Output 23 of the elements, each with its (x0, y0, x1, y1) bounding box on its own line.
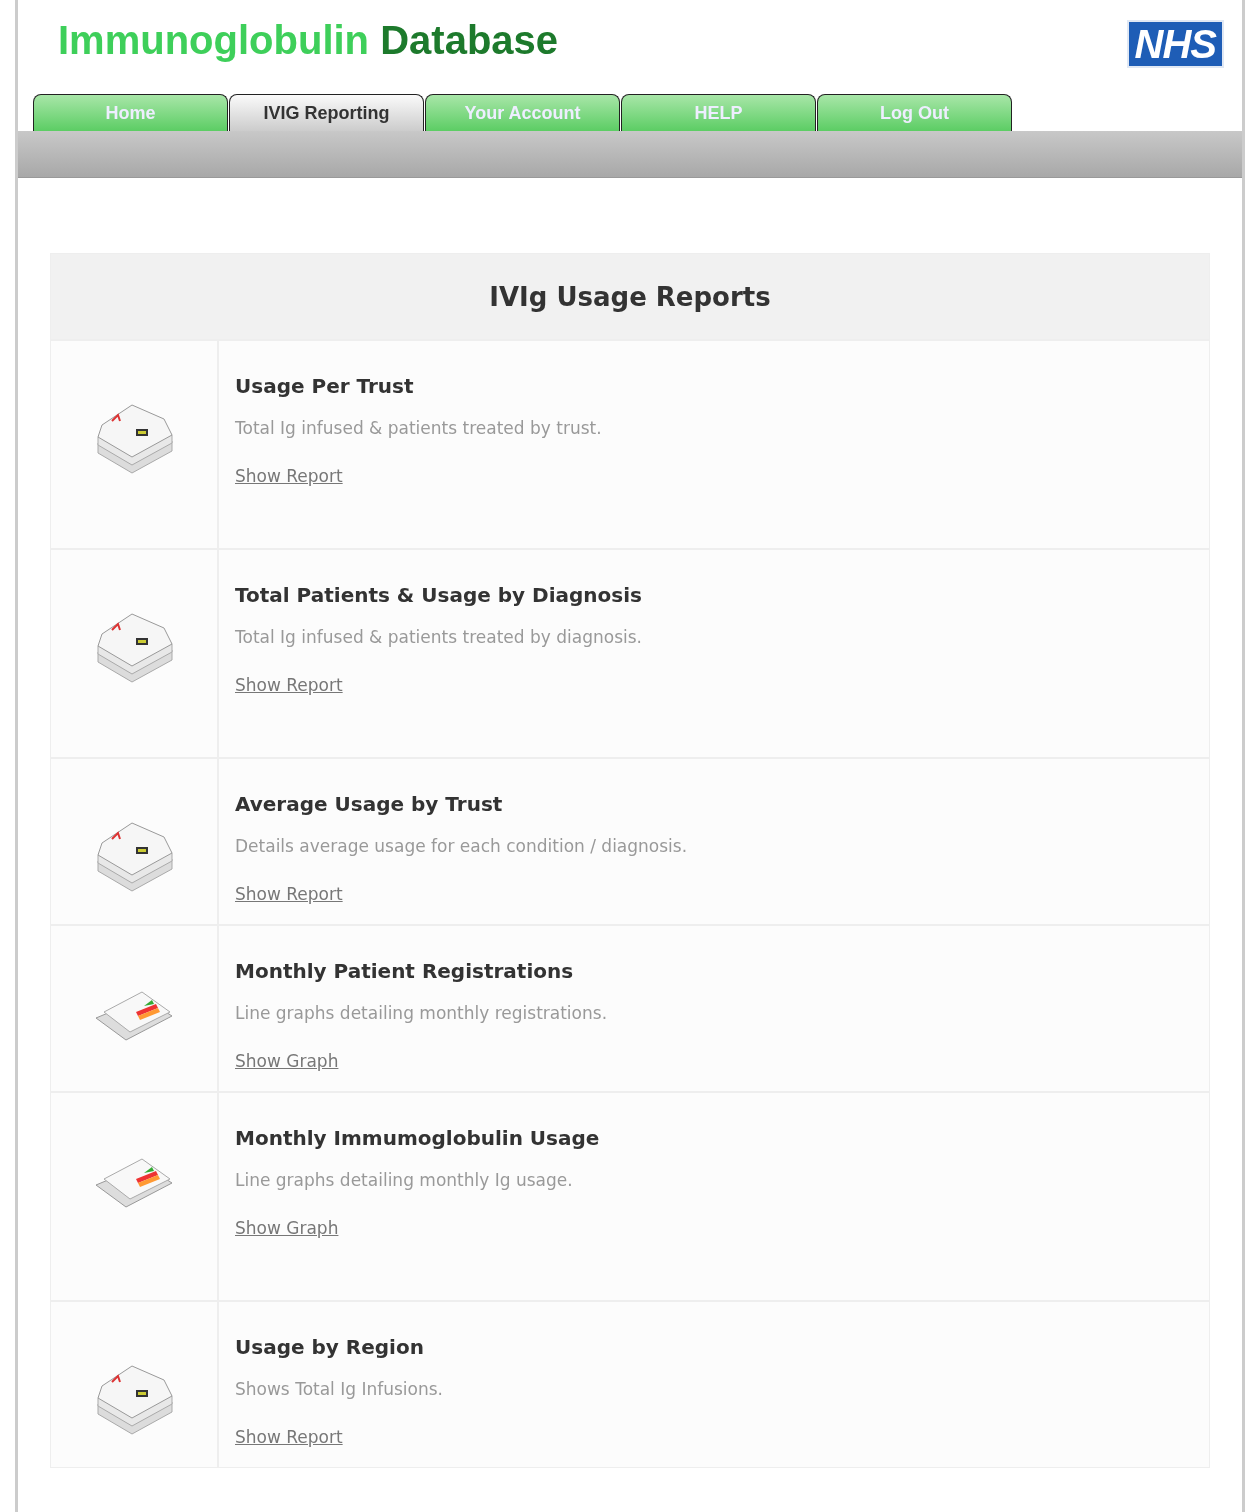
report-description: Line graphs detailing monthly Ig usage. (235, 1170, 574, 1190)
site-title: Immunoglobulin (58, 18, 370, 62)
show-link[interactable]: Show Report (235, 675, 343, 695)
site-title: Database (380, 18, 559, 62)
show-link[interactable]: Show Report (235, 466, 343, 486)
show-link[interactable]: Show Graph (235, 1218, 339, 1238)
report-description: Total Ig infused & patients treated by diagnosis. (235, 627, 642, 647)
report-description: Details average usage for each condition / diagnosis. (235, 836, 688, 856)
panel-title: IVIg Usage Reports (489, 281, 771, 312)
report-title: Usage Per Trust (235, 374, 415, 398)
show-link[interactable]: Show Graph (235, 1051, 339, 1071)
show-link[interactable]: Show Report (235, 1427, 343, 1447)
nhs-logo: NHS (1126, 20, 1224, 68)
report-title: Monthly Immumoglobulin Usage (235, 1126, 600, 1150)
report-title: Total Patients & Usage by Diagnosis (235, 583, 642, 607)
show-link[interactable]: Show Report (235, 884, 343, 904)
report-title: Monthly Patient Registrations (235, 959, 575, 983)
nav-tab[interactable]: IVIG Reporting (229, 94, 424, 131)
report-description: Shows Total Ig Infusions. (235, 1379, 443, 1399)
report-title: Usage by Region (235, 1335, 425, 1359)
report-description: Line graphs detailing monthly registrations. (235, 1003, 608, 1023)
report-title: Average Usage by Trust (235, 792, 504, 816)
report-description: Total Ig infused & patients treated by trust. (235, 418, 602, 438)
